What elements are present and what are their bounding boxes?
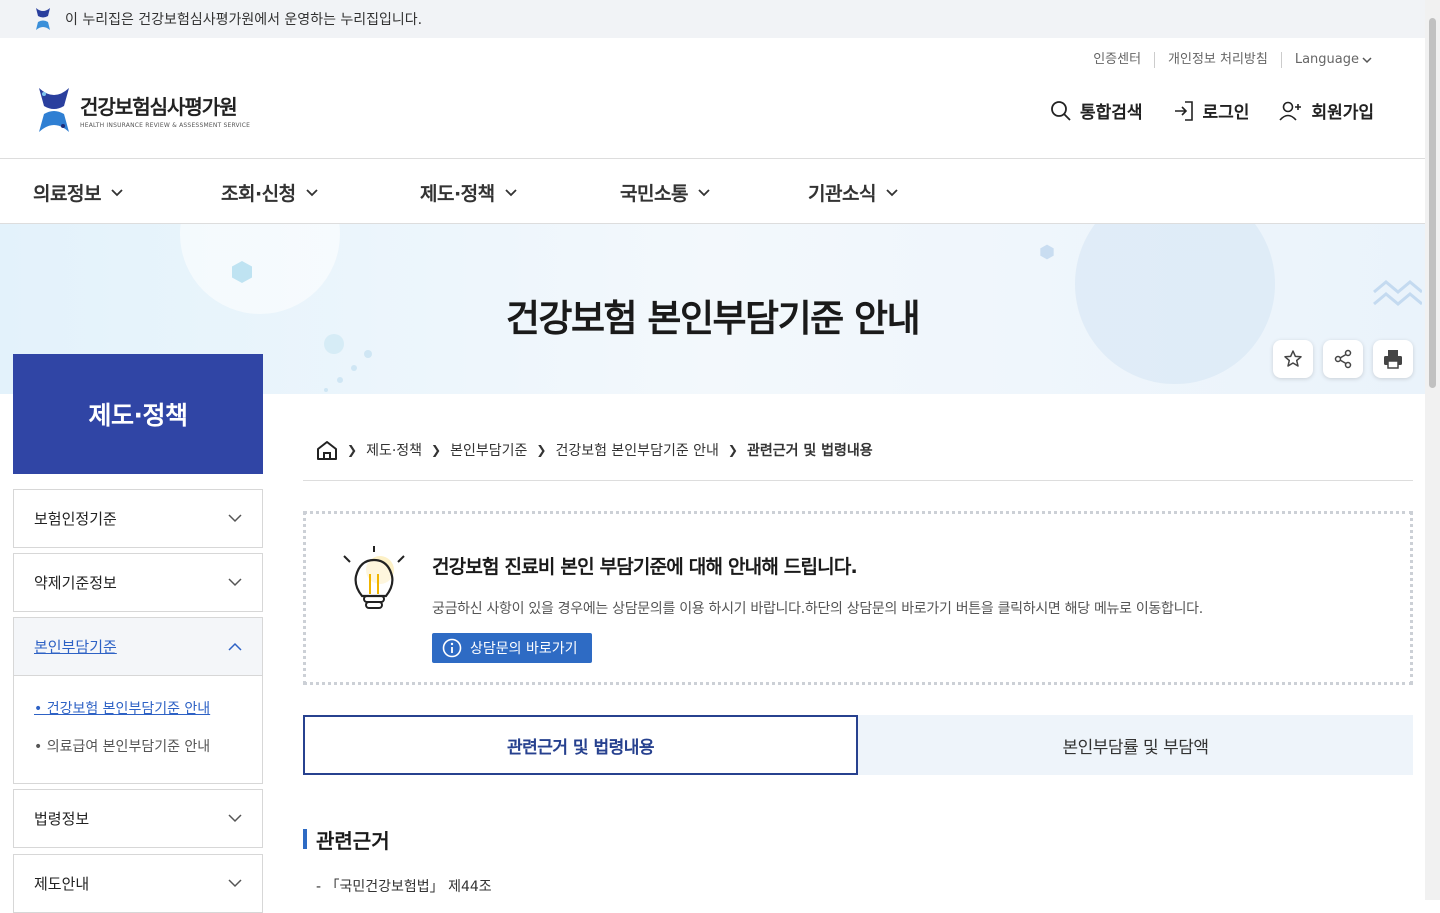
breadcrumb-separator: ❯: [347, 443, 358, 457]
info-icon: [442, 638, 462, 658]
sidebar-item-law-info[interactable]: 법령정보: [13, 789, 263, 848]
scrollbar-thumb[interactable]: [1429, 18, 1436, 388]
logo-name-ko: 건강보험심사평가원: [80, 95, 238, 119]
breadcrumb-separator: ❯: [727, 443, 738, 457]
breadcrumb-item[interactable]: 제도·정책: [366, 440, 422, 460]
share-button[interactable]: [1323, 340, 1363, 378]
logo-name-en: HEALTH INSURANCE REVIEW & ASSESSMENT SER…: [80, 122, 251, 129]
home-icon[interactable]: [316, 440, 338, 460]
chevron-down-icon: [228, 514, 242, 523]
gnb-item-communication[interactable]: 국민소통: [620, 179, 710, 206]
gnb-item-lookup[interactable]: 조회·신청: [221, 179, 318, 206]
gnb-label: 의료정보: [33, 183, 101, 205]
law-reference: - 「국민건강보험법」 제44조: [316, 879, 492, 895]
breadcrumb-separator: ❯: [431, 443, 442, 457]
section-title: 관련근거: [303, 827, 390, 853]
gov-emblem-icon: [36, 8, 50, 30]
breadcrumb-divider: [303, 480, 1413, 481]
hexagon-icon: [232, 261, 252, 283]
utility-menu: 인증센터 개인정보 처리방침 Language: [1080, 52, 1385, 68]
sidebar-item-label: 제도안내: [34, 875, 90, 893]
breadcrumb-item[interactable]: 본인부담기준: [450, 440, 527, 460]
language-selector[interactable]: Language: [1280, 52, 1385, 68]
sidebar-submenu: • 건강보험 본인부담기준 안내 • 의료급여 본인부담기준 안내: [13, 676, 263, 784]
gnb-item-medical-info[interactable]: 의료정보: [33, 179, 123, 206]
section-title-text: 관련근거: [316, 828, 390, 853]
gov-banner: 이 누리집은 건강보험심사평가원에서 운영하는 누리집입니다.: [0, 0, 1425, 38]
gnb-label: 제도·정책: [420, 183, 495, 205]
chevron-down-icon: [228, 578, 242, 587]
add-user-icon: [1279, 101, 1302, 121]
hexagon-icon: [1040, 244, 1054, 260]
login-button[interactable]: 로그인: [1173, 98, 1250, 123]
breadcrumb-separator: ❯: [536, 443, 547, 457]
hira-logo-icon: [39, 88, 69, 132]
join-label: 회원가입: [1311, 103, 1374, 123]
chevron-down-icon: [698, 188, 710, 196]
section-title-bar: [303, 829, 307, 849]
sidebar-item-label: 약제기준정보: [34, 574, 117, 592]
sidebar-item-copay-standard[interactable]: 본인부담기준: [13, 617, 263, 676]
gnb-label: 국민소통: [620, 183, 688, 205]
sidebar-item-system-guide[interactable]: 제도안내: [13, 854, 263, 913]
cert-center-link[interactable]: 인증센터: [1080, 52, 1154, 68]
site-logo[interactable]: 건강보험심사평가원 HEALTH INSURANCE REVIEW & ASSE…: [36, 86, 250, 134]
chevron-down-icon: [505, 188, 517, 196]
sidebar-subitem-health-insurance[interactable]: • 건강보험 본인부담기준 안내: [34, 698, 262, 718]
print-button[interactable]: [1373, 340, 1413, 378]
sidebar-item-label: 보험인정기준: [34, 510, 117, 528]
notice-description: 궁금하신 사항이 있을 경우에는 상담문의를 이용 하시기 바랍니다.하단의 상…: [432, 601, 1203, 617]
sidebar-item-label: 법령정보: [34, 810, 90, 828]
search-label: 통합검색: [1079, 103, 1143, 123]
language-label: Language: [1294, 52, 1359, 67]
gnb-item-policy[interactable]: 제도·정책: [420, 179, 517, 206]
sidebar-item-label: 본인부담기준: [34, 638, 117, 656]
chevron-down-icon: [306, 188, 318, 196]
breadcrumb-current: 관련근거 및 법령내용: [746, 443, 873, 459]
bookmark-button[interactable]: [1273, 340, 1313, 378]
sidebar-item-drug-standard[interactable]: 약제기준정보: [13, 553, 263, 612]
chevron-down-icon: [111, 188, 123, 196]
login-icon: [1174, 100, 1193, 121]
notice-title: 건강보험 진료비 본인 부담기준에 대해 안내해 드립니다.: [432, 556, 858, 578]
gnb-label: 조회·신청: [221, 183, 296, 205]
consult-shortcut-label: 상담문의 바로가기: [470, 641, 578, 657]
breadcrumb: ❯ 제도·정책 ❯ 본인부담기준 ❯ 건강보험 본인부담기준 안내 ❯ 관련근거…: [316, 440, 873, 460]
chevron-down-icon: [886, 188, 898, 196]
sidebar-item-insurance-standard[interactable]: 보험인정기준: [13, 489, 263, 548]
page-title: 건강보험 본인부담기준 안내: [505, 297, 921, 340]
sidebar-subitem-medical-aid[interactable]: • 의료급여 본인부담기준 안내: [34, 736, 262, 756]
lightbulb-icon: [343, 546, 405, 609]
gnb-label: 기관소식: [808, 183, 876, 205]
search-icon: [1051, 100, 1071, 121]
tab-legal-basis[interactable]: 관련근거 및 법령내용: [303, 715, 858, 775]
join-button[interactable]: 회원가입: [1279, 98, 1374, 123]
gov-banner-text: 이 누리집은 건강보험심사평가원에서 운영하는 누리집입니다.: [65, 12, 423, 28]
notice-box: 건강보험 진료비 본인 부담기준에 대해 안내해 드립니다. 궁금하신 사항이 …: [303, 511, 1413, 685]
page-scrollbar[interactable]: [1425, 0, 1440, 900]
sidebar-heading: 제도·정책: [13, 354, 263, 474]
breadcrumb-item[interactable]: 건강보험 본인부담기준 안내: [555, 440, 718, 460]
chevron-down-icon: [228, 814, 242, 823]
gnb-item-news[interactable]: 기관소식: [808, 179, 898, 206]
login-label: 로그인: [1202, 103, 1250, 123]
main-navigation: 의료정보 조회·신청 제도·정책 국민소통 기관소식: [0, 158, 1425, 224]
share-icon: [1334, 349, 1352, 369]
consult-shortcut-button[interactable]: 상담문의 바로가기: [432, 633, 592, 663]
chevron-down-icon: [1362, 57, 1372, 64]
header-actions: 통합검색 로그인 회원가입: [1020, 98, 1374, 123]
search-button[interactable]: 통합검색: [1050, 98, 1143, 123]
star-icon: [1284, 350, 1302, 367]
privacy-policy-link[interactable]: 개인정보 처리방침: [1154, 52, 1281, 68]
printer-icon: [1384, 350, 1402, 369]
chevron-down-icon: [228, 879, 242, 888]
tab-copay-rates[interactable]: 본인부담률 및 부담액: [858, 715, 1413, 775]
chevron-up-icon: [228, 642, 242, 651]
